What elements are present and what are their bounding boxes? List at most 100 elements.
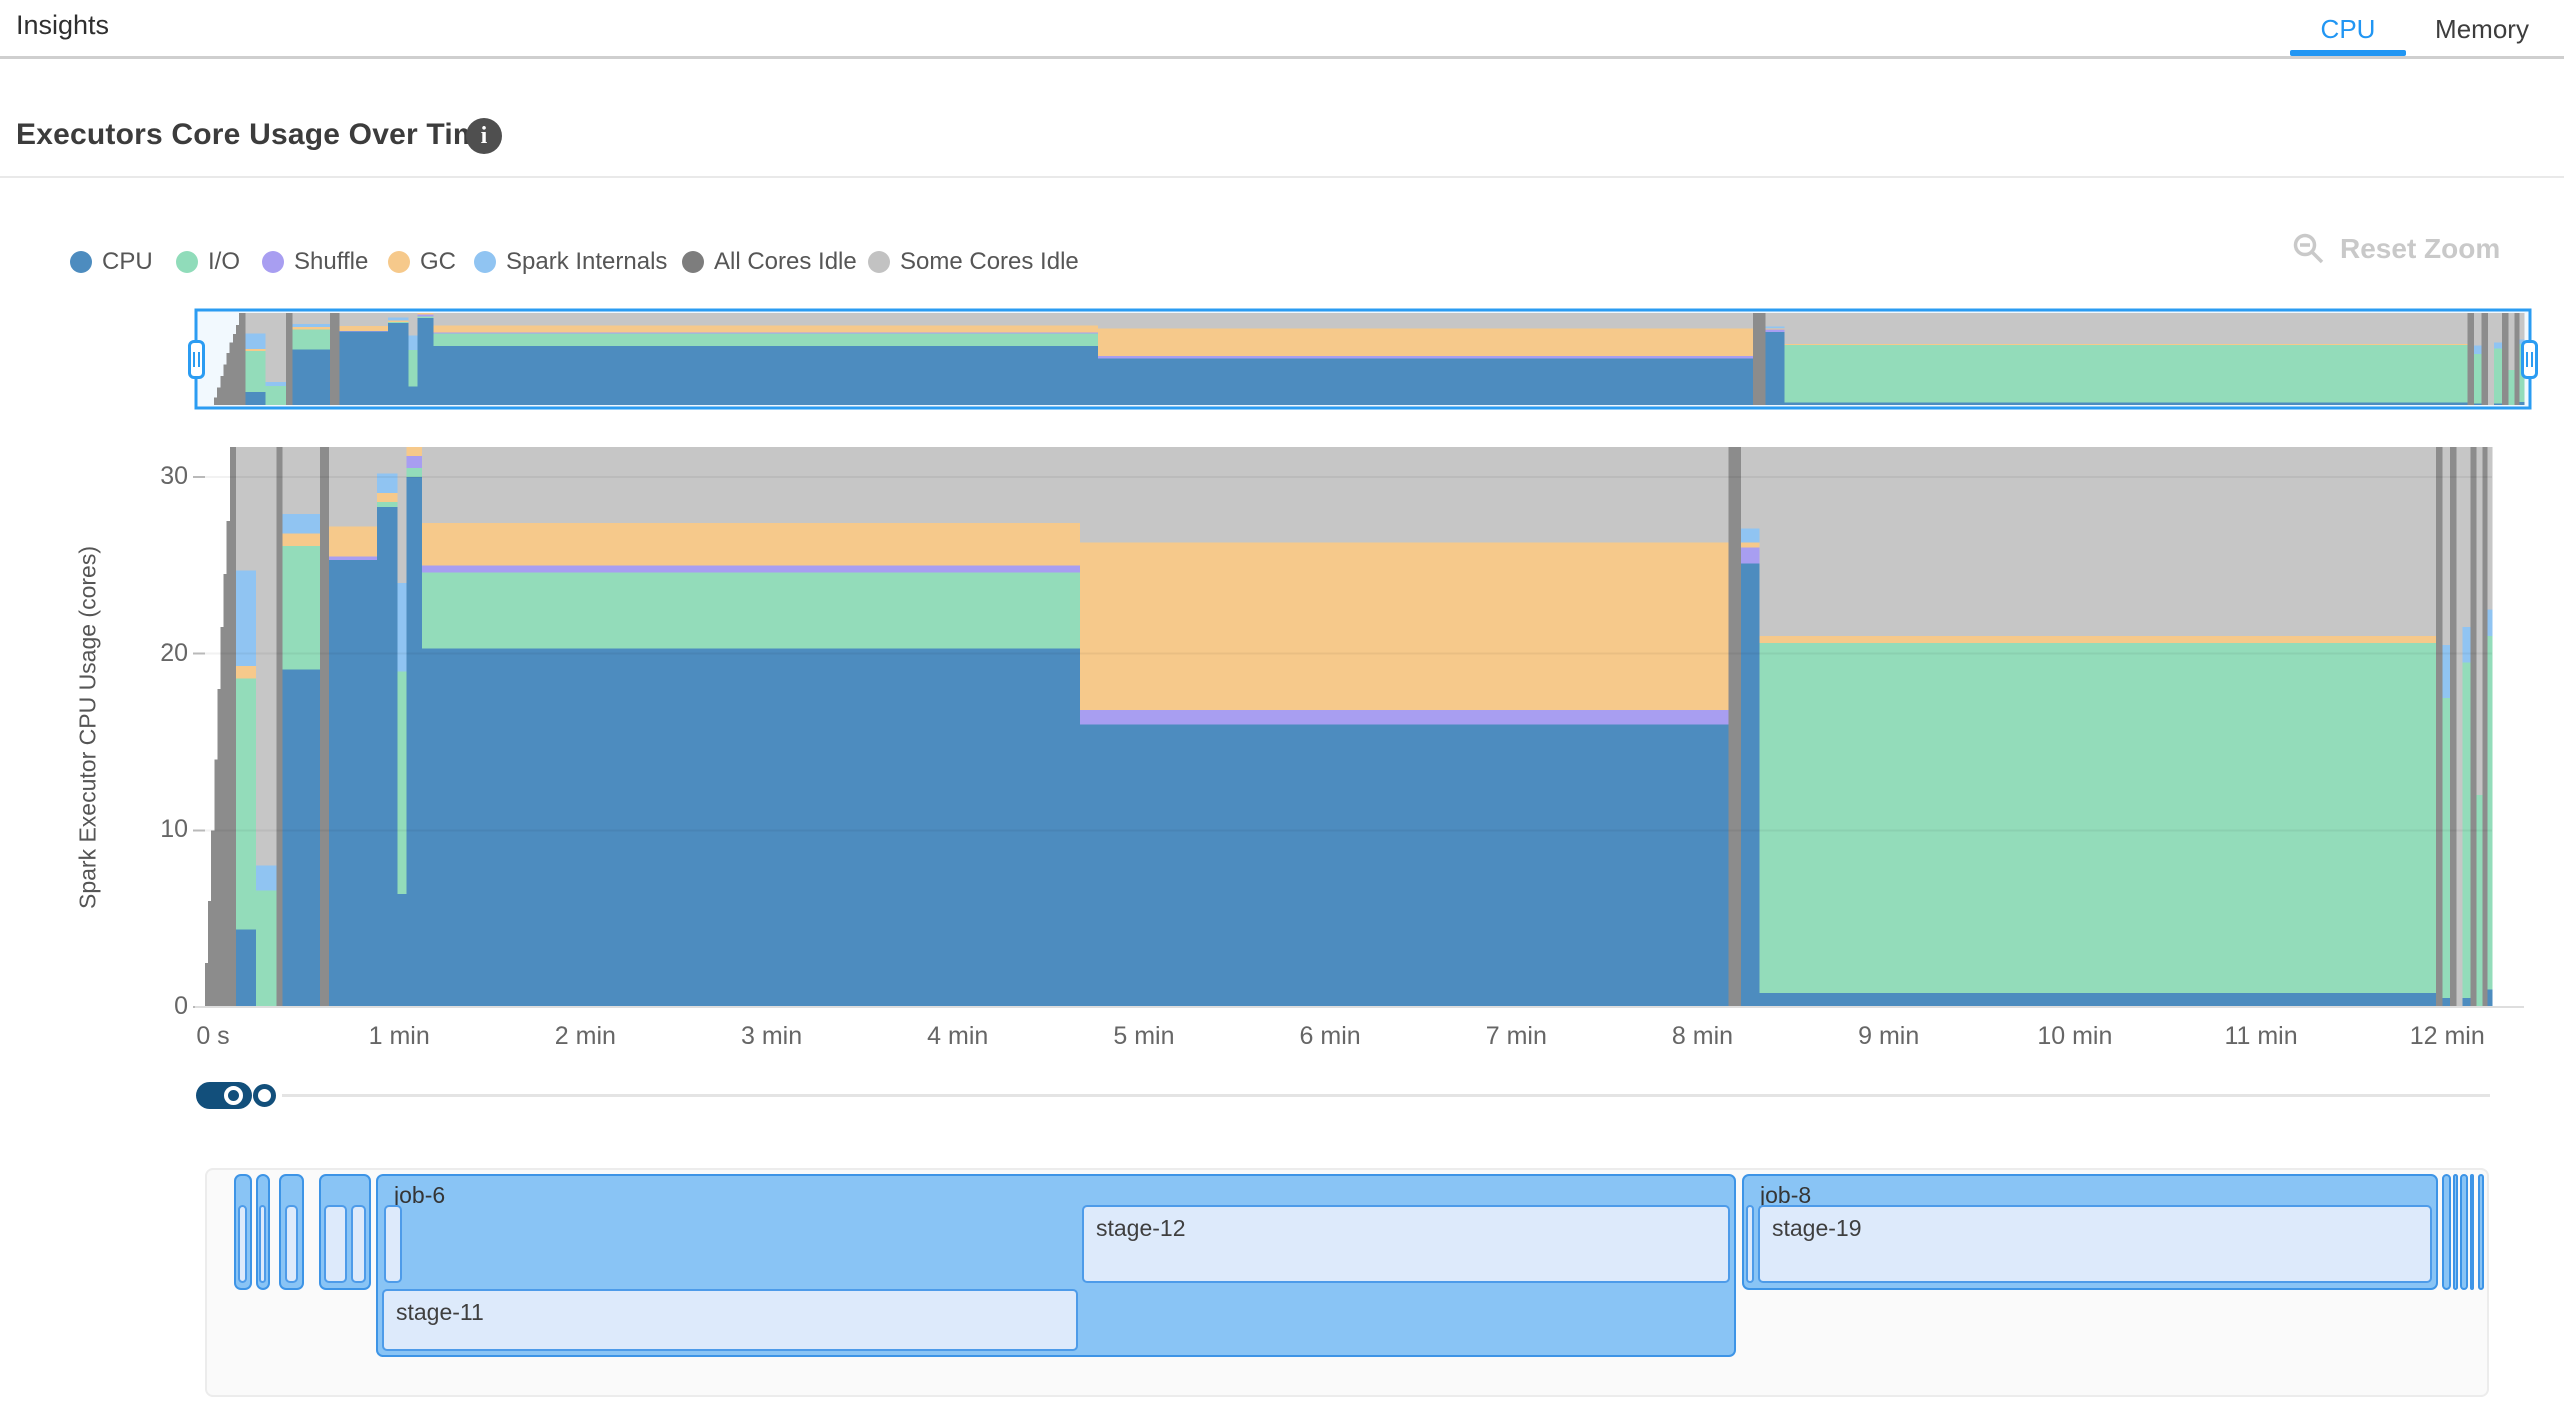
x-tick-label-9-min: 9 min bbox=[1834, 1022, 1944, 1051]
toggle-ring-icon[interactable] bbox=[253, 1084, 276, 1107]
x-tick-label-0-s: 0 s bbox=[158, 1022, 268, 1051]
io-area bbox=[2487, 636, 2492, 989]
stage-block[interactable] bbox=[384, 1205, 402, 1283]
some-cores-idle-area bbox=[1760, 447, 2437, 636]
io-area bbox=[408, 350, 418, 387]
some-cores-idle-area bbox=[283, 447, 321, 514]
cpu-area bbox=[1784, 403, 2468, 405]
stage-block[interactable] bbox=[259, 1205, 266, 1283]
cpu-area bbox=[245, 392, 266, 405]
cpu-area bbox=[1098, 359, 1754, 405]
stage-block[interactable] bbox=[1746, 1205, 1754, 1283]
cpu-area bbox=[407, 477, 423, 1007]
x-tick-label-12-min: 12 min bbox=[2392, 1022, 2502, 1051]
some-cores-idle-area bbox=[2508, 313, 2515, 370]
some-cores-idle-area bbox=[1741, 447, 1760, 528]
job-block[interactable] bbox=[2478, 1174, 2484, 1290]
job-block[interactable] bbox=[2442, 1174, 2451, 1290]
stage-block[interactable] bbox=[324, 1205, 347, 1283]
io-area bbox=[283, 546, 321, 670]
cpu-area bbox=[397, 894, 407, 1007]
some-cores-idle-area bbox=[433, 313, 1098, 325]
stage-block[interactable] bbox=[285, 1205, 298, 1283]
gc-area bbox=[1741, 542, 1760, 547]
job-label: job-6 bbox=[394, 1182, 445, 1209]
shuffle-area bbox=[418, 314, 434, 316]
all_cores_idle-area bbox=[2483, 447, 2488, 1007]
toggle-knob-icon[interactable] bbox=[224, 1086, 243, 1105]
stage-block-stage-19[interactable]: stage-19 bbox=[1758, 1205, 2432, 1283]
all_cores_idle-area bbox=[2450, 447, 2457, 1007]
x-tick-label-8-min: 8 min bbox=[1647, 1022, 1757, 1051]
io-area bbox=[407, 468, 423, 477]
x-tick-label-10-min: 10 min bbox=[2020, 1022, 2130, 1051]
cpu-area bbox=[1080, 724, 1729, 1007]
io-area bbox=[236, 678, 257, 929]
all_cores_idle-area bbox=[2482, 313, 2489, 405]
shuffle-area bbox=[433, 332, 1098, 333]
some-cores-idle-area bbox=[256, 447, 277, 866]
some-cores-idle-area bbox=[422, 447, 1080, 523]
spark_internals-area bbox=[245, 333, 266, 349]
cpu-area bbox=[433, 346, 1098, 405]
io-area bbox=[418, 316, 434, 317]
some-cores-idle-area bbox=[1080, 447, 1729, 542]
x-tick-label-5-min: 5 min bbox=[1089, 1022, 1199, 1051]
io-area bbox=[245, 351, 266, 392]
all_cores_idle-area bbox=[276, 447, 283, 1007]
shuffle-area bbox=[339, 331, 388, 332]
shuffle-area bbox=[422, 565, 1080, 572]
cpu-area bbox=[2442, 998, 2450, 1007]
cpu-area bbox=[292, 350, 330, 405]
minimap-left-handle[interactable] bbox=[188, 340, 205, 379]
some-cores-idle-area bbox=[2476, 447, 2483, 795]
gc-area bbox=[1765, 329, 1784, 330]
cpu-area bbox=[388, 323, 409, 405]
some-cores-idle-area bbox=[2463, 447, 2471, 627]
stage-block[interactable] bbox=[238, 1205, 247, 1283]
y-tick-label-20: 20 bbox=[140, 639, 188, 668]
io-area bbox=[397, 671, 407, 894]
gc-area bbox=[1080, 542, 1729, 710]
io-area bbox=[2476, 795, 2483, 1007]
io-area bbox=[256, 890, 277, 1007]
cpu-area bbox=[2463, 998, 2471, 1007]
some-cores-idle-area bbox=[236, 447, 257, 571]
job-block[interactable] bbox=[2470, 1174, 2474, 1290]
stage-block-stage-11[interactable]: stage-11 bbox=[382, 1289, 1078, 1351]
spark_internals-area bbox=[2474, 346, 2482, 355]
all_cores_idle-area bbox=[286, 313, 293, 405]
all_cores_idle-area bbox=[239, 313, 246, 405]
gc-area bbox=[1760, 636, 2437, 643]
all_cores_idle-area bbox=[1753, 313, 1766, 405]
spark_internals-area bbox=[292, 324, 330, 327]
gc-area bbox=[422, 523, 1080, 565]
minimap-right-handle[interactable] bbox=[2521, 340, 2538, 379]
cpu-area bbox=[236, 929, 257, 1007]
some-cores-idle-area bbox=[245, 313, 266, 333]
some-cores-idle-area bbox=[339, 313, 388, 326]
shuffle-area bbox=[1098, 356, 1754, 358]
io-area bbox=[2442, 698, 2450, 998]
cpu-area bbox=[339, 332, 388, 405]
gc-area bbox=[1098, 329, 1754, 357]
all_cores_idle-area bbox=[1729, 447, 1742, 1007]
gc-area bbox=[407, 447, 423, 456]
cpu-area bbox=[2487, 989, 2492, 1007]
gc-area bbox=[418, 313, 434, 314]
cpu-area bbox=[1765, 332, 1784, 405]
spark_internals-area bbox=[1765, 326, 1784, 328]
gc-area bbox=[236, 666, 257, 678]
stage-block-stage-12[interactable]: stage-12 bbox=[1082, 1205, 1730, 1283]
job-block[interactable] bbox=[2453, 1174, 2458, 1290]
y-axis-title: Spark Executor CPU Usage (cores) bbox=[75, 518, 102, 938]
io-area bbox=[433, 334, 1098, 346]
job-block[interactable] bbox=[2460, 1174, 2468, 1290]
all_cores_idle-area bbox=[2470, 447, 2477, 1007]
gc-area bbox=[1784, 344, 2468, 345]
job-timeline-panel: job-6stage-12stage-11job-8stage-19 bbox=[205, 1168, 2489, 1397]
spark_internals-area bbox=[266, 382, 287, 386]
gc-area bbox=[292, 327, 330, 329]
stage-block[interactable] bbox=[351, 1205, 366, 1283]
spark_internals-area bbox=[236, 571, 257, 666]
